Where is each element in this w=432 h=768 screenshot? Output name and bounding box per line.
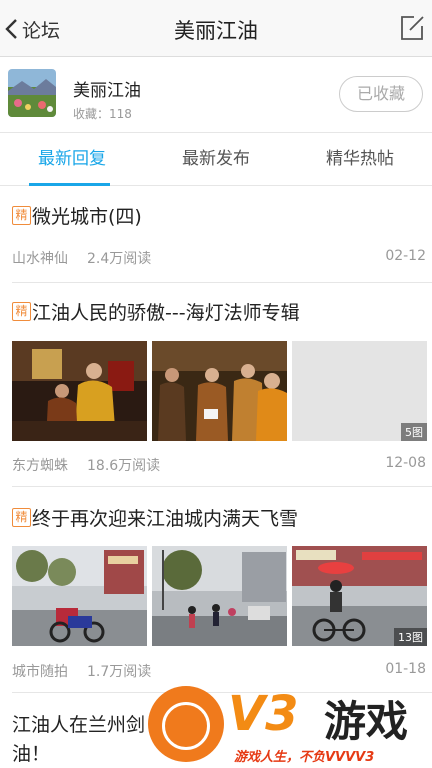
tab-latest-posts[interactable]: 最新发布 <box>144 133 288 186</box>
featured-badge: 精 <box>12 206 31 225</box>
post-date: 01-18 <box>385 661 426 677</box>
nav-bar: 论坛 美丽江油 <box>0 0 432 57</box>
post-title: 精 微光城市(四) <box>12 202 142 229</box>
post-author: 城市随拍 <box>12 664 68 680</box>
post-title-text: 江油人民的骄傲---海灯法师专辑 <box>32 302 300 324</box>
watermark-slogan: 游戏人生，不负VVVV3 <box>234 750 375 765</box>
forum-thumbnail <box>8 69 56 117</box>
logo-circle-icon <box>148 686 224 762</box>
post-item[interactable]: 精 终于再次迎来江油城内满天飞雪 13图 城市随拍 1.7万阅读 01-18 <box>0 487 432 692</box>
image-count-badge: 5图 <box>401 423 427 441</box>
post-title-text: 微光城市(四) <box>32 206 142 228</box>
v3-watermark-logo: V3 游戏 游戏人生，不负VVVV3 <box>148 684 432 768</box>
image-count-badge: 13图 <box>394 628 427 646</box>
tab-bar: 最新回复 最新发布 精华热帖 <box>0 133 432 186</box>
post-image[interactable] <box>12 546 147 646</box>
post-title-line1: 江油人在兰州剑 <box>12 714 146 736</box>
post-title-text: 终于再次迎来江油城内满天飞雪 <box>32 508 299 530</box>
watermark-brand: V3 <box>228 686 299 742</box>
favorited-button[interactable]: 已收藏 <box>339 76 423 112</box>
featured-badge: 精 <box>12 508 31 527</box>
post-author: 山水神仙 <box>12 251 68 267</box>
post-reads: 18.6万阅读 <box>87 458 161 474</box>
post-author: 东方蜘蛛 <box>12 458 68 474</box>
post-date: 02-12 <box>385 248 426 264</box>
forum-name: 美丽江油 <box>73 81 141 101</box>
post-image-placeholder[interactable]: 5图 <box>292 341 427 441</box>
post-reads: 1.7万阅读 <box>87 664 152 680</box>
post-title: 精 江油人民的骄傲---海灯法师专辑 <box>12 298 300 325</box>
post-image[interactable] <box>152 341 287 441</box>
watermark-word: 游戏 <box>324 697 409 746</box>
post-image[interactable] <box>12 341 147 441</box>
post-image[interactable]: 13图 <box>292 546 427 646</box>
compose-icon[interactable] <box>398 14 426 42</box>
post-item[interactable]: 精 江油人民的骄傲---海灯法师专辑 5图 东方蜘蛛 18.6万阅读 12-08 <box>0 283 432 486</box>
post-image[interactable] <box>152 546 287 646</box>
post-reads: 2.4万阅读 <box>87 251 152 267</box>
featured-badge: 精 <box>12 302 31 321</box>
tab-featured[interactable]: 精华热帖 <box>288 133 432 186</box>
favorite-count: 收藏：118 <box>73 107 132 121</box>
post-date: 12-08 <box>385 455 426 471</box>
post-title-line2: 油！ <box>12 743 51 765</box>
post-title: 精 终于再次迎来江油城内满天飞雪 <box>12 504 298 531</box>
forum-header: 美丽江油 收藏：118 已收藏 <box>0 57 432 133</box>
page-title: 美丽江油 <box>174 19 258 43</box>
tab-latest-replies[interactable]: 最新回复 <box>0 133 144 186</box>
post-item[interactable]: 精 微光城市(四) 山水神仙 2.4万阅读 02-12 <box>0 186 432 282</box>
